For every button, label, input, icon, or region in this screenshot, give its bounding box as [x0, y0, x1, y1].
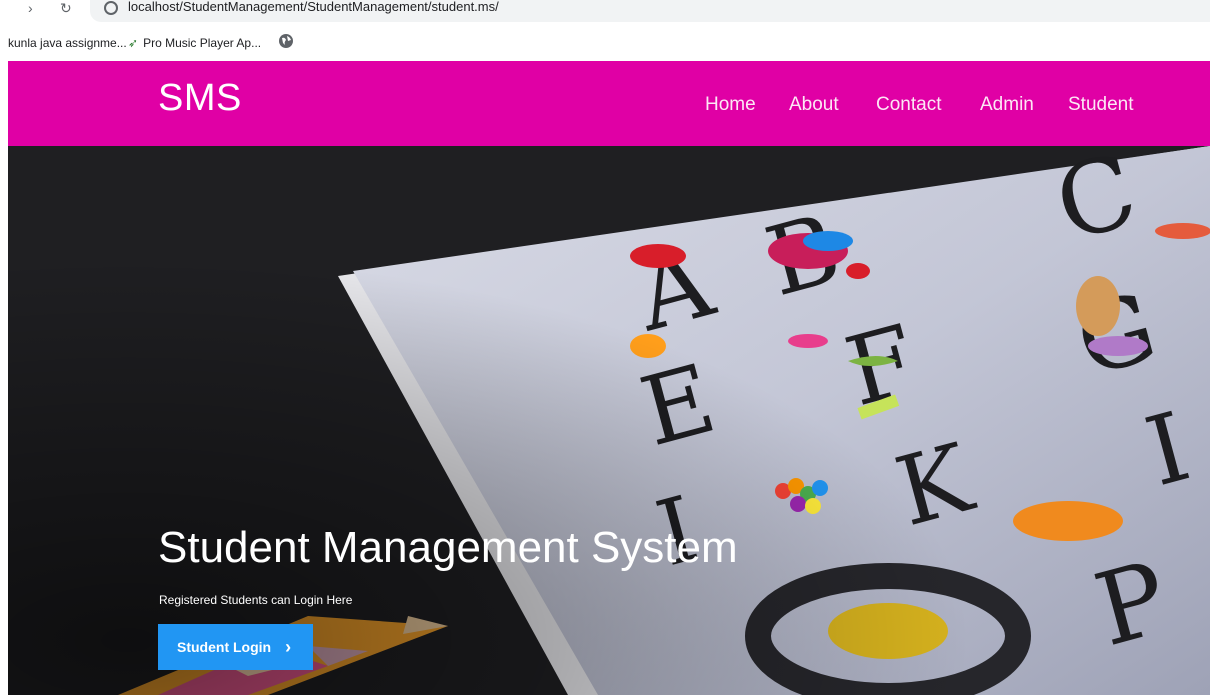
- nav-link-admin[interactable]: Admin: [980, 94, 1034, 116]
- hero-title: Student Management System: [158, 523, 738, 572]
- nav-link-contact[interactable]: Contact: [876, 94, 941, 116]
- site-info-icon[interactable]: [104, 1, 118, 15]
- site-header: SMS Home About Contact Admin Student: [8, 61, 1210, 146]
- globe-icon[interactable]: [278, 33, 294, 49]
- nav-link-about[interactable]: About: [789, 94, 839, 116]
- bookmarks-bar: kunla java assignme... ➶ Pro Music Player…: [0, 26, 1210, 60]
- brand-logo[interactable]: SMS: [158, 77, 242, 120]
- hero-background-image: A B C E F G K I P I: [8, 146, 1210, 695]
- hero-subtitle: Registered Students can Login Here: [159, 593, 353, 607]
- bookmark-item[interactable]: ➶ Pro Music Player Ap...: [128, 35, 261, 51]
- nav-link-student[interactable]: Student: [1068, 94, 1134, 116]
- page: SMS Home About Contact Admin Student Stu…: [8, 61, 1210, 695]
- leaf-icon: ➶: [128, 36, 139, 50]
- chevron-right-icon: ›: [285, 637, 292, 657]
- hero-section: A B C E F G K I P I: [8, 146, 1210, 695]
- browser-toolbar: › ↻ localhost/StudentManagement/StudentM…: [0, 0, 1210, 26]
- student-login-label: Student Login: [177, 639, 272, 655]
- url-text[interactable]: localhost/StudentManagement/StudentManag…: [128, 0, 499, 14]
- forward-icon[interactable]: ›: [28, 1, 33, 15]
- student-login-button[interactable]: Student Login ›: [158, 624, 313, 670]
- reload-icon[interactable]: ↻: [60, 1, 72, 15]
- nav-link-home[interactable]: Home: [705, 94, 756, 116]
- bookmark-label: Pro Music Player Ap...: [143, 36, 262, 50]
- bookmark-item[interactable]: kunla java assignme...: [8, 35, 127, 51]
